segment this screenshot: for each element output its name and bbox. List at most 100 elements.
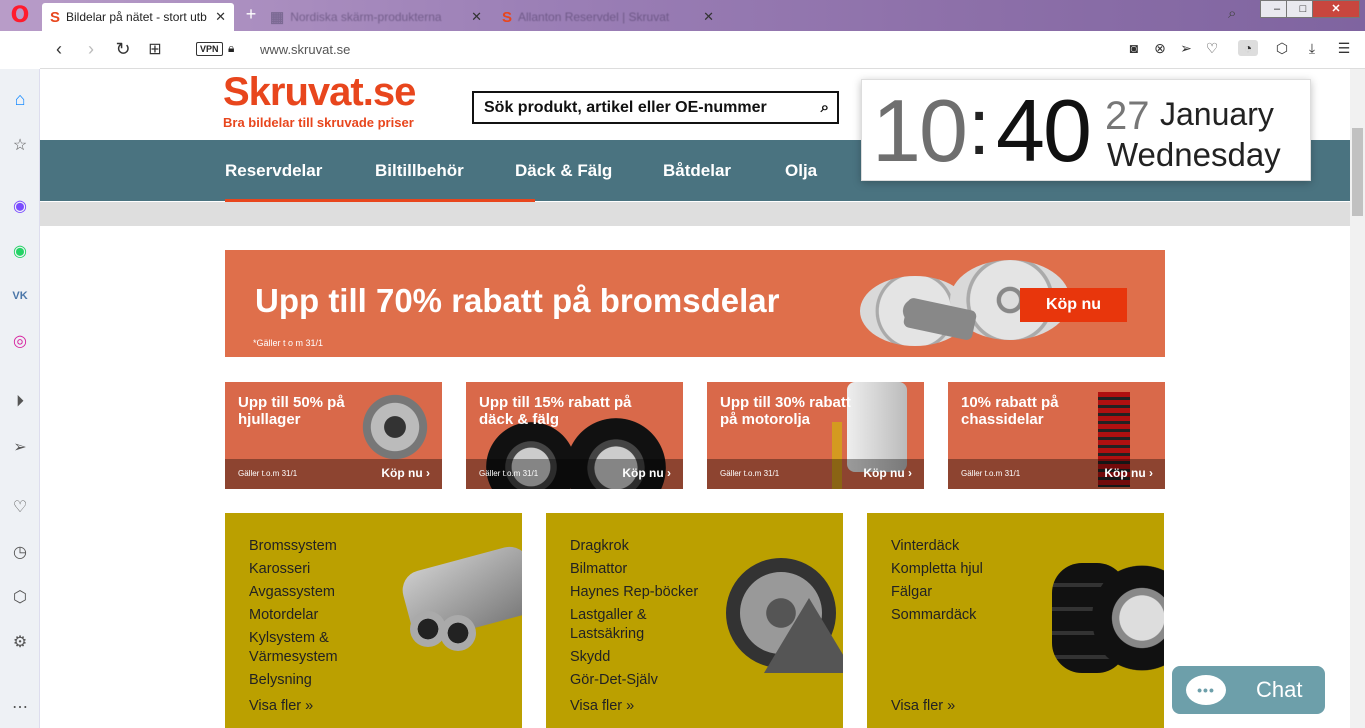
new-tab-button[interactable]: + — [242, 5, 260, 24]
reload-icon[interactable]: ↻ — [112, 39, 134, 60]
promo-title: Upp till 15% rabatt på däck & fälg — [479, 394, 632, 428]
category-link[interactable]: Lastgaller & — [570, 606, 647, 625]
clock-minute: 40 — [996, 81, 1092, 180]
adblock-icon[interactable]: ⊗ — [1150, 40, 1170, 57]
category-link[interactable]: Kylsystem & — [249, 629, 329, 648]
send-icon[interactable]: ➢ — [1176, 40, 1196, 57]
category-reservdelar: Bromssystem Karosseri Avgassystem Motord… — [225, 513, 522, 728]
close-tab-icon[interactable]: ✕ — [215, 9, 226, 25]
history-icon[interactable]: ◷ — [8, 540, 32, 564]
category-link[interactable]: Bromssystem — [249, 537, 337, 556]
nav-biltillbehor[interactable]: Biltillbehör — [375, 161, 464, 181]
hero-buy-button[interactable]: Köp nu — [1020, 288, 1127, 322]
whatsapp-icon[interactable]: ◉ — [8, 239, 32, 263]
heart-icon[interactable]: ♡ — [1202, 40, 1222, 57]
tab-active[interactable]: S Bildelar på nätet - stort utb ✕ — [42, 3, 234, 31]
search-placeholder: Sök produkt, artikel eller OE-nummer — [484, 98, 767, 116]
clock-popup: 10 : 40 27 January Wednesday — [861, 79, 1311, 181]
url-field[interactable]: www.skruvat.se — [260, 42, 350, 57]
category-link[interactable]: Belysning — [249, 671, 312, 690]
cube-icon[interactable]: ⬡ — [8, 585, 32, 609]
nav-olja[interactable]: Olja — [785, 161, 817, 181]
promo-title: Upp till 30% rabatt på motorolja — [720, 394, 851, 428]
close-window-button[interactable]: ✕ — [1312, 0, 1360, 18]
search-icon[interactable]: ⌕ — [821, 99, 829, 116]
category-link[interactable]: Haynes Rep-böcker — [570, 583, 698, 602]
promo-buy-link[interactable]: Köp nu › — [863, 466, 912, 480]
promo-title: 10% rabatt på chassidelar — [961, 394, 1059, 428]
player-icon[interactable]: ⏵ — [8, 390, 32, 414]
promo-dack[interactable]: Upp till 15% rabatt på däck & fälg Gälle… — [466, 382, 683, 489]
show-more-link[interactable]: Visa fler » — [570, 698, 634, 714]
category-link[interactable]: Skydd — [570, 648, 610, 667]
category-link[interactable]: Avgassystem — [249, 583, 335, 602]
show-more-link[interactable]: Visa fler » — [249, 698, 313, 714]
nav-batdelar[interactable]: Båtdelar — [663, 161, 731, 181]
tab-background[interactable]: ▦ Nordiska skärm-produkterna ✕ — [262, 3, 490, 31]
close-tab-icon[interactable]: ✕ — [471, 9, 482, 25]
scrollbar-thumb[interactable] — [1352, 128, 1363, 216]
clock-extension-icon[interactable]: ◔ — [1238, 40, 1258, 56]
opera-menu-icon[interactable]: O — [0, 0, 40, 31]
category-link[interactable]: Dragkrok — [570, 537, 629, 556]
site-tagline: Bra bildelar till skruvade priser — [223, 115, 414, 130]
close-tab-icon[interactable]: ✕ — [703, 9, 714, 25]
promo-buy-link[interactable]: Köp nu › — [1104, 466, 1153, 480]
search-input[interactable]: Sök produkt, artikel eller OE-nummer ⌕ — [472, 91, 839, 124]
nav-reservdelar[interactable]: Reservdelar — [225, 161, 322, 181]
address-bar: ‹ › ↻ ⊞ VPN 🔒︎ www.skruvat.se ◙ ⊗ ➢ ♡ ◔ … — [40, 31, 1365, 69]
promo-cta: Köp nu — [381, 466, 423, 480]
category-link[interactable]: Värmesystem — [249, 648, 338, 667]
clock-month: January — [1160, 96, 1274, 132]
heart-icon[interactable]: ♡ — [8, 495, 32, 519]
category-link[interactable]: Fälgar — [891, 583, 932, 602]
promo-buy-link[interactable]: Köp nu › — [381, 466, 430, 480]
promo-buy-link[interactable]: Köp nu › — [622, 466, 671, 480]
category-link[interactable]: Lastsäkring — [570, 625, 644, 644]
vpn-badge[interactable]: VPN — [196, 42, 223, 56]
exhaust-pipe-image — [440, 615, 476, 651]
download-icon[interactable]: ⤓ — [1302, 40, 1322, 57]
page-favicon-icon: ▦ — [270, 9, 285, 26]
promo-hjullager[interactable]: Upp till 50% på hjullager Gäller t.o.m 3… — [225, 382, 442, 489]
instagram-icon[interactable]: ◎ — [8, 329, 32, 353]
menu-icon[interactable]: ☰ — [1334, 40, 1354, 57]
settings-gear-icon[interactable]: ⚙ — [8, 630, 32, 654]
tab-title: Bildelar på nätet - stort utb — [66, 10, 207, 24]
messenger-icon[interactable]: ◉ — [8, 194, 32, 218]
home-icon[interactable]: ⌂ — [8, 87, 32, 111]
category-link[interactable]: Karosseri — [249, 560, 310, 579]
lock-icon[interactable]: 🔒︎ — [228, 41, 234, 56]
site-logo[interactable]: Skruvat.se — [223, 70, 416, 115]
clock-hour: 10 — [872, 81, 968, 180]
show-more-link[interactable]: Visa fler » — [891, 698, 955, 714]
category-link[interactable]: Kompletta hjul — [891, 560, 983, 579]
tab-background[interactable]: S Allanton Reservdel | Skruvat ✕ — [494, 3, 722, 31]
tab-search-icon[interactable]: ⌕ — [1228, 5, 1236, 22]
category-biltillbehor: Dragkrok Bilmattor Haynes Rep-böcker Las… — [546, 513, 843, 728]
hero-title: Upp till 70% rabatt på bromsdelar — [255, 282, 780, 319]
promo-cta: Köp nu — [622, 466, 664, 480]
vk-icon[interactable]: VK — [8, 284, 32, 308]
promo-motorolja[interactable]: Upp till 30% rabatt på motorolja Gäller … — [707, 382, 924, 489]
star-icon[interactable]: ☆ — [8, 133, 32, 157]
chat-button[interactable]: ••• Chat — [1172, 666, 1325, 714]
send-icon[interactable]: ➢ — [8, 435, 32, 459]
forward-icon[interactable]: › — [80, 39, 102, 60]
category-link[interactable]: Vinterdäck — [891, 537, 959, 556]
category-link[interactable]: Sommardäck — [891, 606, 976, 625]
category-link[interactable]: Motordelar — [249, 606, 318, 625]
promo-chassi[interactable]: 10% rabatt på chassidelar Gäller t.o.m 3… — [948, 382, 1165, 489]
sidebar: ⌂ ☆ ◉ ◉ VK ◎ ⏵ ➢ ♡ ◷ ⬡ ⚙ ⋯ — [0, 69, 40, 728]
back-icon[interactable]: ‹ — [48, 39, 70, 60]
nav-dack-falg[interactable]: Däck & Fälg — [515, 161, 612, 181]
category-link[interactable]: Bilmattor — [570, 560, 627, 579]
camera-icon[interactable]: ◙ — [1124, 40, 1144, 56]
tabs-grid-icon[interactable]: ⊞ — [144, 39, 166, 59]
hero-banner[interactable]: Upp till 70% rabatt på bromsdelar *Gälle… — [225, 250, 1165, 357]
category-link[interactable]: Gör-Det-Själv — [570, 671, 658, 690]
clock-day: 27 — [1105, 94, 1150, 138]
cube-icon[interactable]: ⬡ — [1272, 40, 1292, 57]
skruvat-favicon-icon: S — [502, 8, 513, 26]
more-icon[interactable]: ⋯ — [8, 695, 32, 719]
